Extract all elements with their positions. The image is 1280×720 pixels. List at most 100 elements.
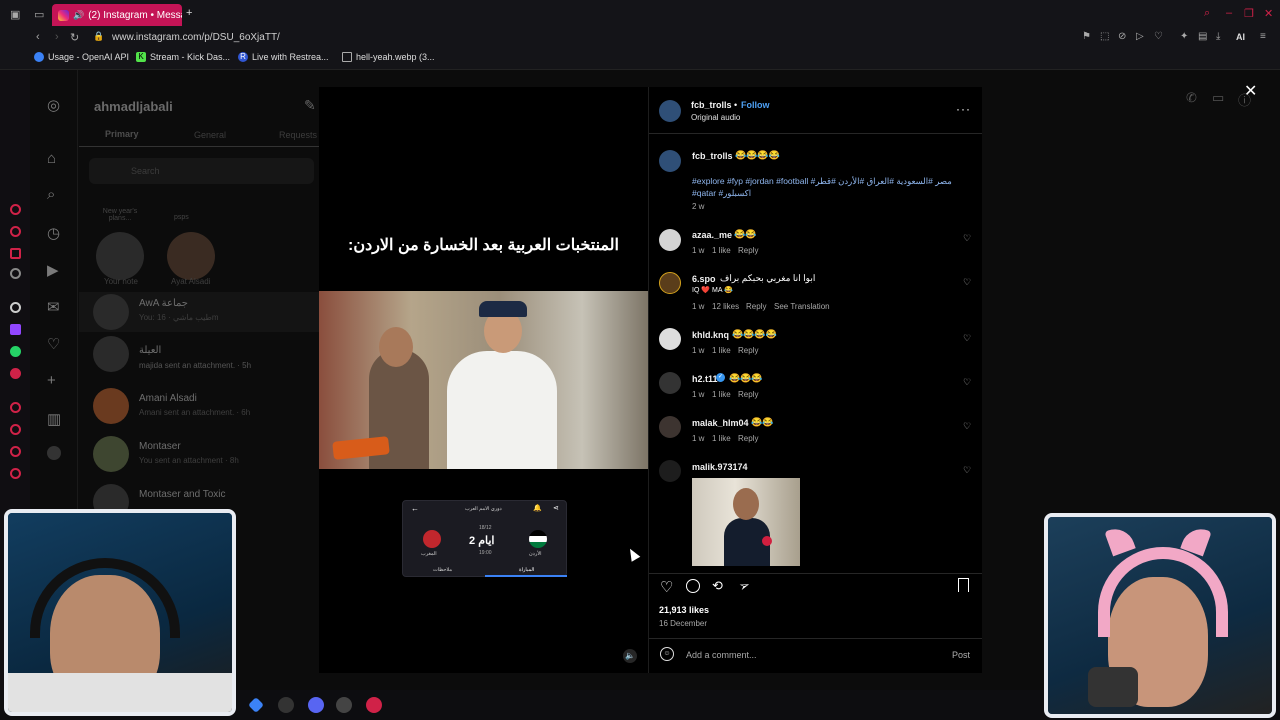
ai-button[interactable]: AI	[1236, 32, 1245, 42]
profile-avatar[interactable]	[47, 446, 61, 460]
snapshot-icon[interactable]: ⬚	[1100, 31, 1109, 42]
follow-button[interactable]: Follow	[741, 100, 770, 110]
comment-username[interactable]: azaa._me	[692, 230, 732, 240]
caption-avatar[interactable]	[659, 150, 681, 172]
author-username[interactable]: fcb_trolls	[691, 100, 732, 110]
thread-avatar[interactable]	[93, 436, 129, 472]
tabs-icon[interactable]: ▭	[34, 8, 44, 21]
comment-image[interactable]	[692, 478, 800, 566]
tab-primary[interactable]: Primary	[105, 129, 139, 139]
comment-username[interactable]: h2.t11	[692, 374, 718, 384]
comment-like-icon[interactable]: ♡	[963, 334, 972, 343]
sidebar-app-icon[interactable]	[10, 368, 21, 379]
easy-setup-icon[interactable]: ≡	[1260, 31, 1266, 42]
post-comment-button[interactable]: Post	[952, 650, 970, 660]
instagram-logo-icon[interactable]: ◎	[47, 96, 60, 114]
url-field[interactable]: www.instagram.com/p/DSU_6oXjaTT/	[112, 32, 280, 43]
comment-username[interactable]: malik.973174	[692, 462, 748, 472]
dashboard-icon[interactable]: ▥	[47, 410, 61, 428]
bookmark-restream[interactable]: R Live with Restrea...	[238, 52, 329, 62]
dm-search-input[interactable]: Search	[89, 158, 314, 184]
history-icon[interactable]	[10, 424, 21, 435]
reels-icon[interactable]: ▶	[47, 261, 59, 279]
speaker-icon[interactable]: 🔊	[73, 10, 84, 21]
dm-username[interactable]: ahmadljabali	[94, 99, 173, 114]
create-icon[interactable]: +	[47, 372, 56, 389]
browser-menu-icon[interactable]: ▣	[10, 8, 20, 21]
taskbar-app-icon[interactable]	[278, 697, 294, 713]
comment-username[interactable]: 6.spo	[692, 274, 716, 284]
comment-likes[interactable]: 12 likes	[712, 302, 739, 311]
more-horizontal-icon[interactable]: ···	[956, 102, 971, 116]
bookmark-kick[interactable]: K Stream - Kick Das...	[136, 52, 230, 62]
reply-button[interactable]: Reply	[738, 390, 758, 399]
comment-like-icon[interactable]: ♡	[963, 234, 972, 243]
taskbar-app-icon[interactable]	[366, 697, 382, 713]
repost-icon[interactable]: ⟲	[712, 578, 723, 594]
forward-icon[interactable]: ›	[55, 31, 59, 43]
see-translation-button[interactable]: See Translation	[774, 302, 830, 311]
reply-button[interactable]: Reply	[738, 246, 758, 255]
messages-icon[interactable]: ✉	[47, 298, 60, 316]
comment-like-icon[interactable]: ♡	[963, 466, 972, 475]
add-comment-input[interactable]: Add a comment...	[686, 650, 757, 660]
settings-icon[interactable]	[10, 468, 21, 479]
home-icon[interactable]: ⌂	[47, 150, 56, 167]
compose-icon[interactable]: ✎	[304, 97, 316, 114]
close-icon[interactable]: ✕	[1244, 81, 1257, 101]
note-avatar[interactable]	[96, 232, 144, 280]
author-avatar[interactable]	[659, 100, 681, 122]
phone-icon[interactable]: ✆	[1186, 90, 1197, 106]
like-icon[interactable]: ♡	[660, 578, 673, 596]
comment-likes[interactable]: 1 like	[712, 434, 731, 443]
comment-like-icon[interactable]: ♡	[963, 378, 972, 387]
sidebar-app-icon[interactable]	[10, 268, 21, 279]
minimize-icon[interactable]: –	[1226, 7, 1232, 19]
save-icon[interactable]	[958, 578, 969, 592]
new-tab-icon[interactable]: +	[186, 7, 192, 19]
comment-likes[interactable]: 1 like	[712, 346, 731, 355]
comment-avatar[interactable]	[659, 416, 681, 438]
search-icon[interactable]: ⌕	[1204, 7, 1210, 20]
tab-instagram[interactable]: 🔊 (2) Instagram • Messa	[52, 4, 182, 26]
comment-username[interactable]: malak_hlm04	[692, 418, 749, 428]
twitch-icon[interactable]	[10, 324, 21, 335]
reply-button[interactable]: Reply	[738, 346, 758, 355]
video-call-icon[interactable]: ▭	[1212, 90, 1224, 106]
thread-avatar[interactable]	[93, 388, 129, 424]
comment-likes[interactable]: 1 like	[712, 246, 731, 255]
reload-icon[interactable]: ↻	[70, 31, 79, 44]
window-close-icon[interactable]: ✕	[1264, 7, 1273, 20]
likes-count[interactable]: 21,913 likes	[659, 605, 709, 615]
note-avatar[interactable]	[167, 232, 215, 280]
thread-avatar[interactable]	[93, 336, 129, 372]
sidebar-app-icon[interactable]	[10, 204, 21, 215]
comment-username[interactable]: khld.knq	[692, 330, 729, 340]
sidebar-app-icon[interactable]	[10, 446, 21, 457]
bookmark-heart-icon[interactable]: ♡	[1154, 31, 1163, 42]
comment-avatar[interactable]	[659, 229, 681, 251]
player-icon[interactable]: ▷	[1136, 31, 1144, 42]
discord-icon[interactable]	[308, 697, 324, 713]
tab-requests[interactable]: Requests	[279, 130, 317, 140]
extensions-icon[interactable]: ✦	[1180, 31, 1188, 42]
maximize-icon[interactable]: ❐	[1244, 7, 1254, 20]
comment-like-icon[interactable]: ♡	[963, 278, 972, 287]
mute-icon[interactable]: 🔈	[623, 649, 637, 663]
sidebar-app-icon[interactable]	[10, 402, 21, 413]
back-icon[interactable]: ‹	[36, 31, 40, 43]
download-icon[interactable]: ⤓	[1216, 31, 1220, 42]
comment-avatar[interactable]	[659, 460, 681, 482]
post-media[interactable]: المنتخبات العربية بعد الخسارة من الاردن:…	[319, 87, 648, 673]
wallet-icon[interactable]: ▤	[1198, 31, 1207, 42]
comment-icon[interactable]	[686, 579, 700, 593]
comment-likes[interactable]: 1 like	[712, 390, 731, 399]
whatsapp-icon[interactable]	[10, 346, 21, 357]
comment-like-icon[interactable]: ♡	[963, 422, 972, 431]
tab-general[interactable]: General	[194, 130, 226, 140]
adblock-icon[interactable]: ⊘	[1118, 31, 1126, 42]
caption-username[interactable]: fcb_trolls	[692, 151, 733, 161]
pin-icon[interactable]: ⚑	[1082, 31, 1091, 42]
reply-button[interactable]: Reply	[738, 434, 758, 443]
comment-avatar[interactable]	[659, 328, 681, 350]
